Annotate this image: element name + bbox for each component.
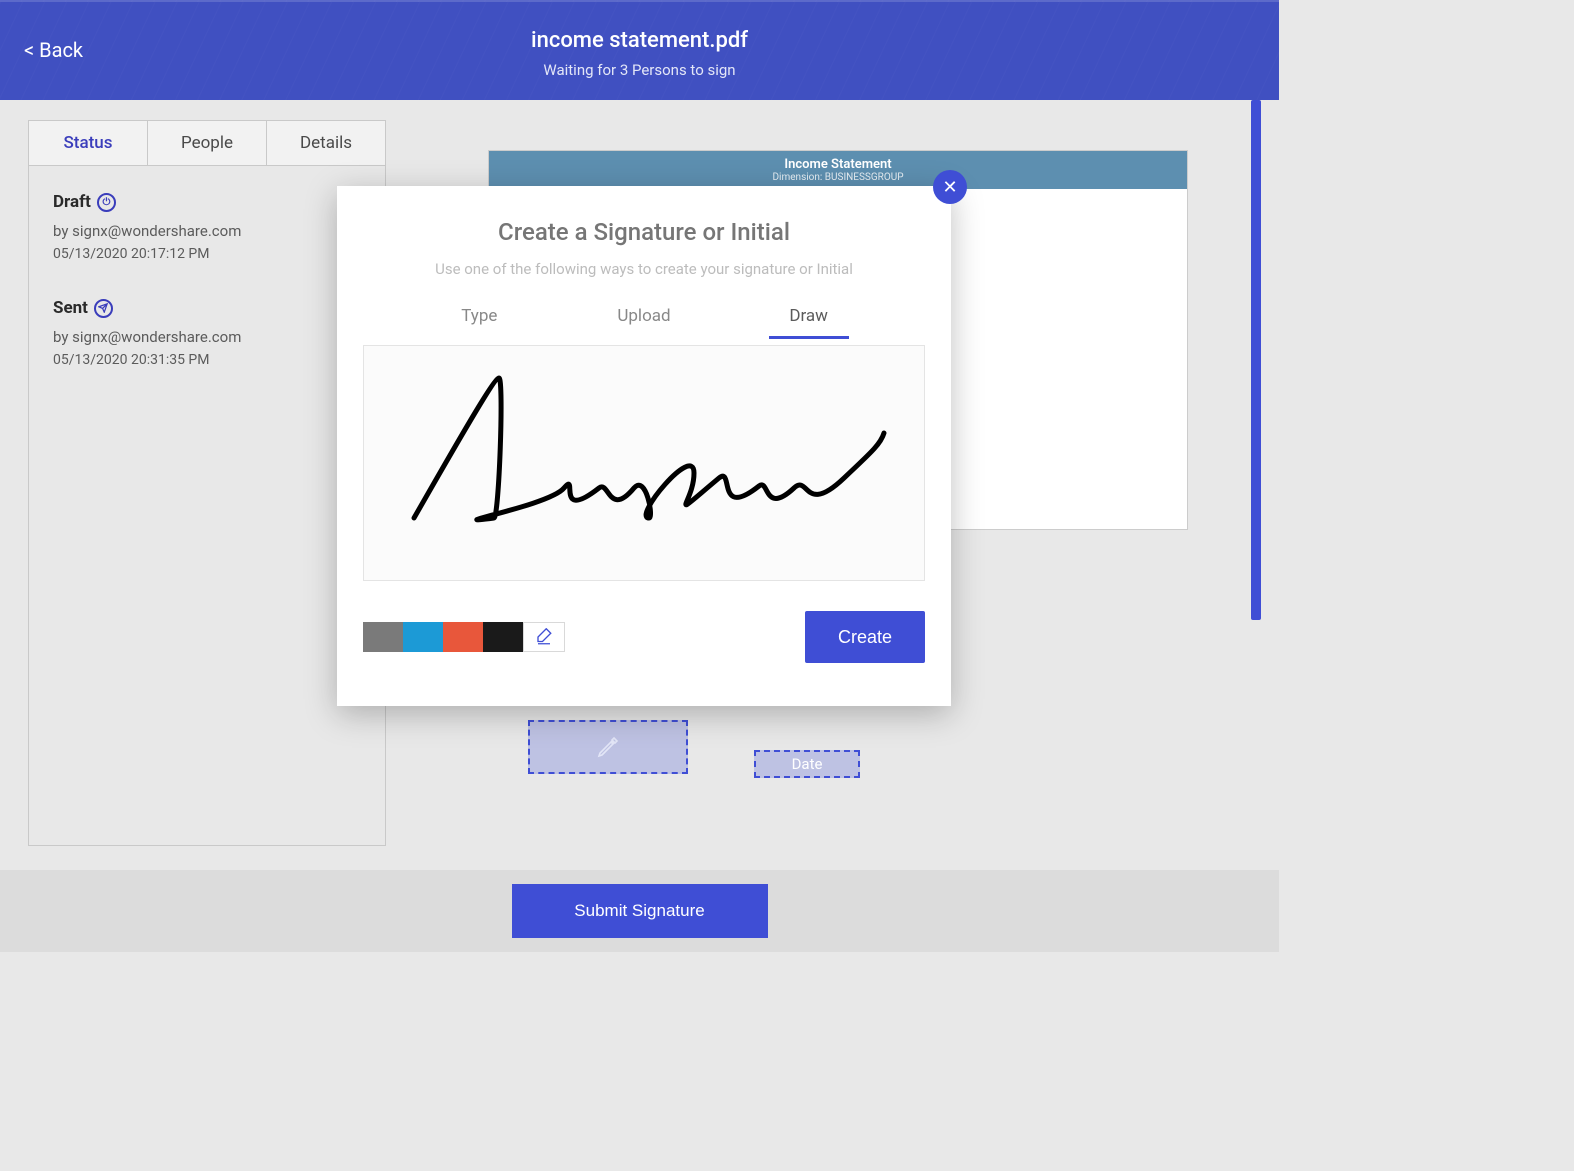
scrollbar[interactable] <box>1251 100 1261 620</box>
status-timestamp: 05/13/2020 20:31:35 PM <box>53 352 361 368</box>
pen-icon <box>593 735 623 759</box>
modal-tab-draw[interactable]: Draw <box>769 306 849 339</box>
date-field[interactable]: Date <box>754 750 860 778</box>
signature-field[interactable] <box>528 720 688 774</box>
tab-details[interactable]: Details <box>267 121 385 165</box>
signature-modal: ✕ Create a Signature or Initial Use one … <box>337 186 951 706</box>
modal-subtitle: Use one of the following ways to create … <box>337 260 951 278</box>
drawn-signature <box>364 346 924 580</box>
status-entry-draft: Draft ⏻ by signx@wondershare.com 05/13/2… <box>53 192 361 262</box>
modal-tab-type[interactable]: Type <box>439 306 519 339</box>
create-button[interactable]: Create <box>805 611 925 663</box>
eraser-icon <box>535 628 553 646</box>
modal-tabs: Type Upload Draw <box>337 306 951 339</box>
color-swatch-orange[interactable] <box>443 622 483 652</box>
color-swatch-black[interactable] <box>483 622 523 652</box>
preview-title: Income Statement <box>489 157 1187 172</box>
sidebar-tabs: Status People Details <box>28 120 386 166</box>
status-panel: Draft ⏻ by signx@wondershare.com 05/13/2… <box>28 166 386 846</box>
status-author: by signx@wondershare.com <box>53 222 361 240</box>
app-header: < Back income statement.pdf Waiting for … <box>0 0 1279 100</box>
status-author: by signx@wondershare.com <box>53 328 361 346</box>
power-icon: ⏻ <box>97 193 116 212</box>
color-swatch-gray[interactable] <box>363 622 403 652</box>
tab-status[interactable]: Status <box>29 121 148 165</box>
preview-dimension: Dimension: BUSINESSGROUP <box>489 172 1187 183</box>
status-timestamp: 05/13/2020 20:17:12 PM <box>53 246 361 262</box>
signature-tools: Create <box>337 581 951 663</box>
document-preview-header: Income Statement Dimension: BUSINESSGROU… <box>489 151 1187 189</box>
document-subtitle: Waiting for 3 Persons to sign <box>0 61 1279 79</box>
close-icon[interactable]: ✕ <box>933 170 967 204</box>
send-icon <box>94 299 113 318</box>
status-label: Draft <box>53 192 91 212</box>
document-title: income statement.pdf <box>0 2 1279 53</box>
signature-canvas[interactable] <box>363 345 925 581</box>
sidebar: Status People Details Draft ⏻ by signx@w… <box>0 100 388 870</box>
status-entry-sent: Sent by signx@wondershare.com 05/13/2020… <box>53 298 361 368</box>
status-label: Sent <box>53 298 88 318</box>
modal-title: Create a Signature or Initial <box>337 218 951 246</box>
submit-signature-button[interactable]: Submit Signature <box>512 884 768 938</box>
eraser-button[interactable] <box>523 622 565 652</box>
tab-people[interactable]: People <box>148 121 267 165</box>
back-button[interactable]: < Back <box>24 38 83 62</box>
footer-bar: Submit Signature <box>0 870 1279 952</box>
color-swatch-blue[interactable] <box>403 622 443 652</box>
modal-tab-upload[interactable]: Upload <box>604 306 684 339</box>
